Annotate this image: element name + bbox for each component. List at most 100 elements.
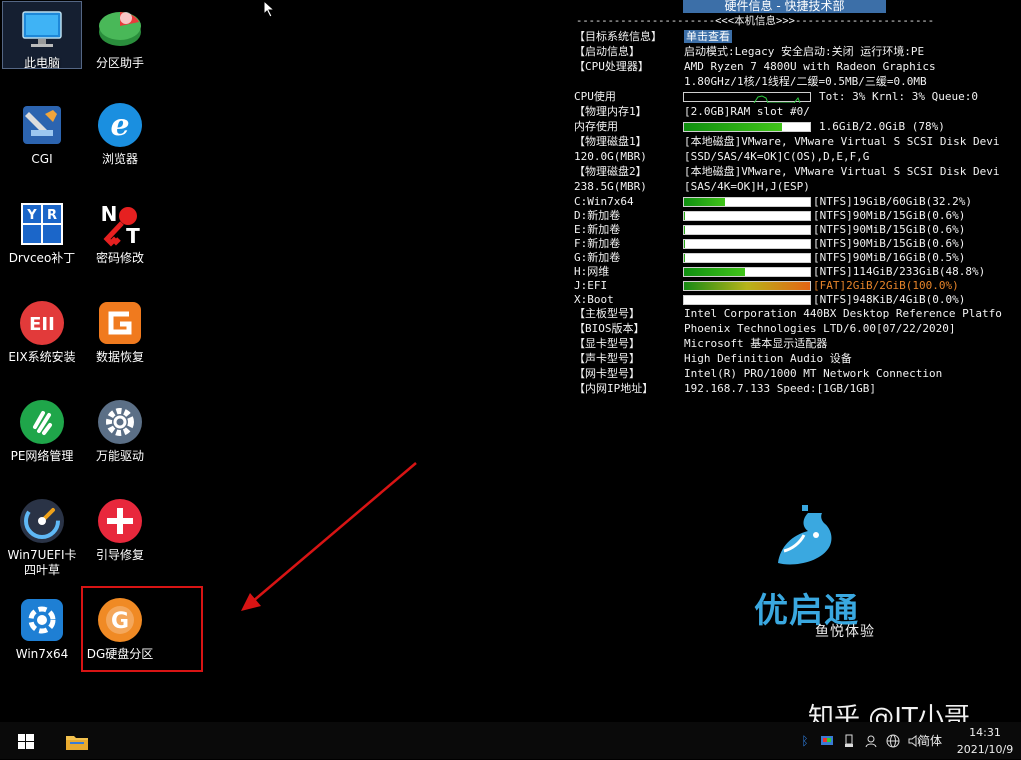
computer-icon bbox=[17, 4, 67, 54]
svg-text:N: N bbox=[101, 202, 118, 226]
volume-name: F:新加卷 bbox=[574, 237, 621, 250]
drvceo-icon: YR bbox=[17, 199, 67, 249]
highlight-box bbox=[81, 586, 203, 672]
desktop-icon-boot-repair[interactable]: 引导修复 bbox=[81, 494, 159, 563]
volume-row: D:新加卷 [NTFS]90MiB/15GiB(0.6%) bbox=[574, 209, 1021, 223]
volume-row: F:新加卷 [NTFS]90MiB/15GiB(0.6%) bbox=[574, 237, 1021, 251]
clock-date: 2021/10/9 bbox=[956, 743, 1014, 756]
desktop-icon-password[interactable]: NT 密码修改 bbox=[81, 197, 159, 266]
network-icon bbox=[17, 397, 67, 447]
desktop-icon-label: 浏览器 bbox=[101, 152, 138, 166]
row-cpu-usage: CPU使用 Tot: 3% Krnl: 3% Queue:0 bbox=[574, 90, 978, 104]
volume-usage-bar bbox=[683, 211, 811, 221]
volume-usage-bar bbox=[683, 225, 811, 235]
volume-usage-fill bbox=[684, 212, 685, 220]
volume-usage-text: [NTFS]948KiB/4GiB(0.0%) bbox=[813, 293, 966, 306]
browser-icon: e bbox=[95, 100, 145, 150]
folder-icon bbox=[66, 736, 88, 750]
mouse-cursor-icon bbox=[263, 0, 276, 18]
desktop-icon-universal-driver[interactable]: 万能驱动 bbox=[81, 395, 159, 464]
volume-name: X:Boot bbox=[574, 293, 614, 306]
volume-row: E:新加卷 [NTFS]90MiB/15GiB(0.6%) bbox=[574, 223, 1021, 237]
desktop-icon-drvceo[interactable]: YR Drvceo补丁 bbox=[3, 197, 81, 266]
volume-usage-text: [NTFS]90MiB/16GiB(0.5%) bbox=[813, 251, 966, 264]
file-explorer-button[interactable] bbox=[62, 728, 92, 756]
volume-usage-text: [NTFS]19GiB/60GiB(32.2%) bbox=[813, 195, 972, 208]
svg-text:Y: Y bbox=[26, 208, 37, 223]
network-globe-icon[interactable] bbox=[885, 733, 901, 749]
volume-name: J:EFI bbox=[574, 279, 608, 292]
memory-bar bbox=[683, 122, 811, 132]
volume-usage-bar bbox=[683, 281, 811, 291]
clock[interactable]: 14:31 2021/10/9 bbox=[952, 724, 1018, 758]
desktop-icon-win7x64[interactable]: Win7x64 bbox=[3, 593, 81, 662]
desktop-icon-label: 数据恢复 bbox=[95, 350, 144, 364]
input-language[interactable]: 简体 bbox=[918, 732, 942, 749]
volume-usage-fill bbox=[684, 254, 685, 262]
desktop-icon-label: 万能驱动 bbox=[95, 449, 144, 463]
start-button[interactable] bbox=[6, 728, 46, 756]
volume-name: D:新加卷 bbox=[574, 209, 621, 222]
row-key: 【目标系统信息】 bbox=[574, 30, 662, 43]
volume-row: C:Win7x64 [NTFS]19GiB/60GiB(32.2%) bbox=[574, 195, 1021, 209]
system-tray: ᛒ bbox=[797, 730, 923, 752]
desktop-icon-label: 密码修改 bbox=[95, 251, 144, 265]
volume-usage-fill bbox=[684, 268, 746, 276]
svg-text:T: T bbox=[126, 224, 140, 248]
volume-usage-bar bbox=[683, 295, 811, 305]
desktop-icon-label: 此电脑 bbox=[23, 56, 60, 70]
desktop-icon-this-pc[interactable]: 此电脑 bbox=[2, 1, 82, 70]
desktop-icon-label: CGI bbox=[31, 152, 53, 166]
volume-name: G:新加卷 bbox=[574, 251, 621, 264]
volume-usage-fill bbox=[684, 282, 810, 290]
volume-usage-text: [FAT]2GiB/2GiB(100.0%) bbox=[813, 279, 959, 292]
desktop: 此电脑 CGI YR Drvceo补丁 EII EIX系统安装 PE网络管理 W… bbox=[0, 0, 1021, 733]
desktop-icon-cgi[interactable]: CGI bbox=[3, 98, 81, 167]
volume-usage-bar bbox=[683, 267, 811, 277]
desktop-icon-label: 分区助手 bbox=[95, 56, 144, 70]
brand-logo: 优启通 鱼悦体验 bbox=[734, 505, 879, 645]
key-icon: NT bbox=[95, 199, 145, 249]
windows-logo-icon bbox=[18, 734, 34, 749]
clock-time: 14:31 bbox=[969, 726, 1001, 739]
cgi-icon bbox=[17, 100, 67, 150]
desktop-icon-label: Win7x64 bbox=[15, 647, 69, 661]
usb-icon[interactable] bbox=[841, 733, 857, 749]
volume-name: C:Win7x64 bbox=[574, 195, 634, 208]
desktop-icon-eix[interactable]: EII EIX系统安装 bbox=[3, 296, 81, 365]
taskbar: ᛒ 简体 14:31 2021/10/9 bbox=[0, 722, 1021, 759]
volume-usage-fill bbox=[684, 240, 685, 248]
desktop-icon-pe-network[interactable]: PE网络管理 bbox=[3, 395, 81, 464]
desktop-icon-win7uefi[interactable]: Win7UEFI卡 四叶草 bbox=[3, 494, 81, 578]
row-memory-usage: 内存使用 1.6GiB/2.0GiB (78%) bbox=[574, 120, 945, 133]
fish-logo-icon bbox=[778, 505, 832, 565]
desktop-icon-data-recovery[interactable]: 数据恢复 bbox=[81, 296, 159, 365]
desktop-icon-label: Drvceo补丁 bbox=[8, 251, 76, 265]
svg-text:e: e bbox=[110, 108, 129, 143]
volume-row: J:EFI [FAT]2GiB/2GiB(100.0%) bbox=[574, 279, 1021, 293]
svg-text:EII: EII bbox=[29, 314, 55, 335]
install-icon bbox=[17, 595, 67, 645]
volume-row: X:Boot [NTFS]948KiB/4GiB(0.0%) bbox=[574, 293, 1021, 307]
volume-usage-bar bbox=[683, 239, 811, 249]
desktop-icon-partition-assistant[interactable]: 分区助手 bbox=[81, 2, 159, 71]
volume-usage-text: [NTFS]90MiB/15GiB(0.6%) bbox=[813, 209, 966, 222]
cpu-graph bbox=[683, 92, 811, 104]
gear-icon bbox=[95, 397, 145, 447]
clover-icon bbox=[17, 496, 67, 546]
svg-text:R: R bbox=[47, 208, 57, 223]
bluetooth-icon[interactable]: ᛒ bbox=[797, 733, 813, 749]
desktop-icon-label: Win7UEFI卡 四叶草 bbox=[7, 548, 77, 577]
logo-tagline: 鱼悦体验 bbox=[815, 624, 875, 640]
display-icon[interactable] bbox=[819, 733, 835, 749]
view-button[interactable]: 单击查看 bbox=[684, 30, 732, 43]
eix-icon: EII bbox=[17, 298, 67, 348]
volume-row: G:新加卷 [NTFS]90MiB/16GiB(0.5%) bbox=[574, 251, 1021, 265]
volume-usage-fill bbox=[684, 226, 685, 234]
user-icon[interactable] bbox=[863, 733, 879, 749]
desktop-icon-browser[interactable]: e 浏览器 bbox=[81, 98, 159, 167]
volume-row: H:网维 [NTFS]114GiB/233GiB(48.8%) bbox=[574, 265, 1021, 279]
section-header: ----------------------<<<本机信息>>>--------… bbox=[576, 15, 935, 27]
info-title: 硬件信息 - 快捷技术部 bbox=[683, 0, 886, 13]
volume-usage-text: [NTFS]90MiB/15GiB(0.6%) bbox=[813, 223, 966, 236]
